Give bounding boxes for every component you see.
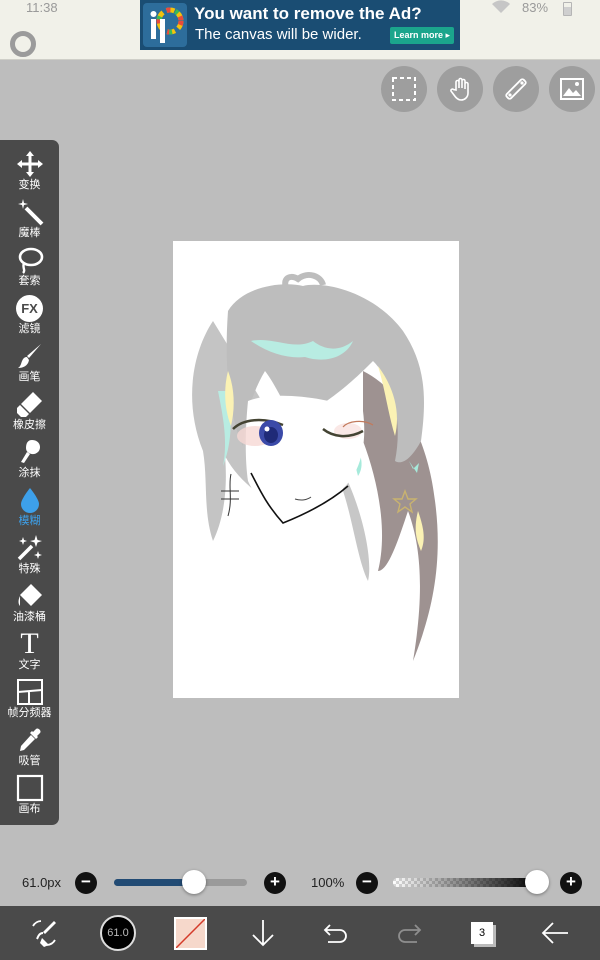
battery-percent: 83% (522, 0, 549, 15)
opacity-increase-button[interactable]: + (560, 872, 582, 894)
brush-opacity-slider[interactable] (393, 878, 537, 887)
tool-switch-button[interactable] (20, 906, 68, 960)
current-color-swatch (173, 916, 207, 950)
tool-label: 帧分频器 (7, 707, 52, 719)
gesture-button[interactable] (437, 66, 483, 112)
drawing-canvas[interactable] (173, 241, 459, 698)
magic-wand-icon (15, 197, 45, 227)
tool-smudge[interactable]: 涂抹 (0, 437, 59, 485)
size-increase-button[interactable]: + (264, 872, 286, 894)
undo-icon (323, 924, 347, 943)
tool-text[interactable]: T 文字 (0, 629, 59, 677)
move-arrows-icon (15, 149, 45, 179)
artwork-illustration (192, 272, 438, 661)
tool-label: 套索 (18, 275, 41, 287)
fx-icon: FX (15, 293, 45, 323)
tool-label: 吸管 (18, 755, 41, 767)
frame-divider-icon (15, 677, 45, 707)
tool-eyedropper[interactable]: 吸管 (0, 725, 59, 773)
ruler-button[interactable] (493, 66, 539, 112)
brush-preview-button[interactable]: 61.0 (98, 906, 138, 960)
tool-bucket[interactable]: 油漆桶 (0, 581, 59, 629)
ibispaint-logo-icon (143, 3, 187, 47)
tool-label: 画笔 (18, 371, 41, 383)
sparkle-icon (15, 533, 45, 563)
brush-swap-icon (32, 920, 56, 947)
tool-label: 魔棒 (18, 227, 41, 239)
tool-palette: 变换 魔棒 套索 FX 滤镜 画笔 橡皮擦 涂抹 模糊 特殊 油漆桶 T 文字 … (0, 140, 59, 825)
tool-frame-divider[interactable]: 帧分频器 (0, 677, 59, 725)
tool-eraser[interactable]: 橡皮擦 (0, 389, 59, 437)
tool-lasso[interactable]: 套索 (0, 245, 59, 293)
tool-label: 文字 (18, 659, 41, 671)
bucket-icon (15, 581, 45, 611)
ad-banner[interactable]: You want to remove the Ad? The canvas wi… (140, 0, 460, 50)
bottom-toolbar: 61.0 3 (0, 906, 600, 960)
canvas-icon (15, 773, 45, 803)
tool-label: 橡皮擦 (13, 419, 46, 431)
tool-transform[interactable]: 变换 (0, 149, 59, 197)
color-button[interactable] (172, 906, 208, 960)
tool-label: 画布 (18, 803, 41, 815)
brush-opacity-value: 100% (311, 875, 345, 890)
tool-label: 模糊 (18, 515, 41, 527)
ruler-icon (505, 78, 527, 100)
redo-icon (398, 924, 422, 943)
download-button[interactable] (246, 906, 280, 960)
back-button[interactable] (535, 906, 575, 960)
tool-magic-wand[interactable]: 魔棒 (0, 197, 59, 245)
screen-record-icon[interactable] (10, 31, 36, 57)
brush-size-thumb[interactable] (181, 870, 206, 894)
brush-size-preview: 61.0 (100, 915, 136, 951)
tool-canvas[interactable]: 画布 (0, 773, 59, 821)
redo-button[interactable] (391, 906, 427, 960)
tool-label: 滤镜 (18, 323, 41, 335)
opacity-decrease-button[interactable]: − (356, 872, 378, 894)
tool-label: 油漆桶 (13, 611, 46, 623)
layer-count-icon: 3 (471, 922, 493, 944)
tool-label: 特殊 (18, 563, 41, 575)
material-button[interactable] (549, 66, 595, 112)
battery-icon (563, 2, 572, 16)
tool-label: 涂抹 (18, 467, 41, 479)
brush-opacity-thumb[interactable] (525, 870, 549, 894)
tool-special[interactable]: 特殊 (0, 533, 59, 581)
arrow-down-icon (252, 920, 274, 947)
smudge-icon (15, 437, 45, 467)
dashed-square-icon (392, 77, 416, 101)
undo-button[interactable] (318, 906, 354, 960)
brush-size-slider[interactable] (114, 879, 247, 886)
text-icon: T (20, 627, 39, 660)
selection-button[interactable] (381, 66, 427, 112)
ad-title: You want to remove the Ad? (194, 4, 422, 23)
blur-drop-icon (15, 485, 45, 515)
hand-icon (450, 77, 469, 101)
layers-button[interactable]: 3 (464, 906, 500, 960)
image-icon (560, 78, 584, 100)
wifi-icon (492, 0, 510, 13)
brush-icon (15, 341, 45, 371)
tool-brush[interactable]: 画笔 (0, 341, 59, 389)
tool-label: 变换 (18, 179, 41, 191)
brush-size-value: 61.0px (22, 875, 62, 890)
eyedropper-icon (15, 725, 45, 755)
arrow-left-icon (541, 922, 568, 944)
tool-filter[interactable]: FX 滤镜 (0, 293, 59, 341)
tool-blur[interactable]: 模糊 (0, 485, 59, 533)
status-time: 11:38 (26, 0, 58, 15)
ad-learn-more-button[interactable]: Learn more ▸ (390, 27, 454, 44)
eraser-icon (15, 389, 45, 419)
size-decrease-button[interactable]: − (75, 872, 97, 894)
ad-subtitle: The canvas will be wider. (195, 26, 362, 43)
lasso-icon (15, 245, 45, 275)
